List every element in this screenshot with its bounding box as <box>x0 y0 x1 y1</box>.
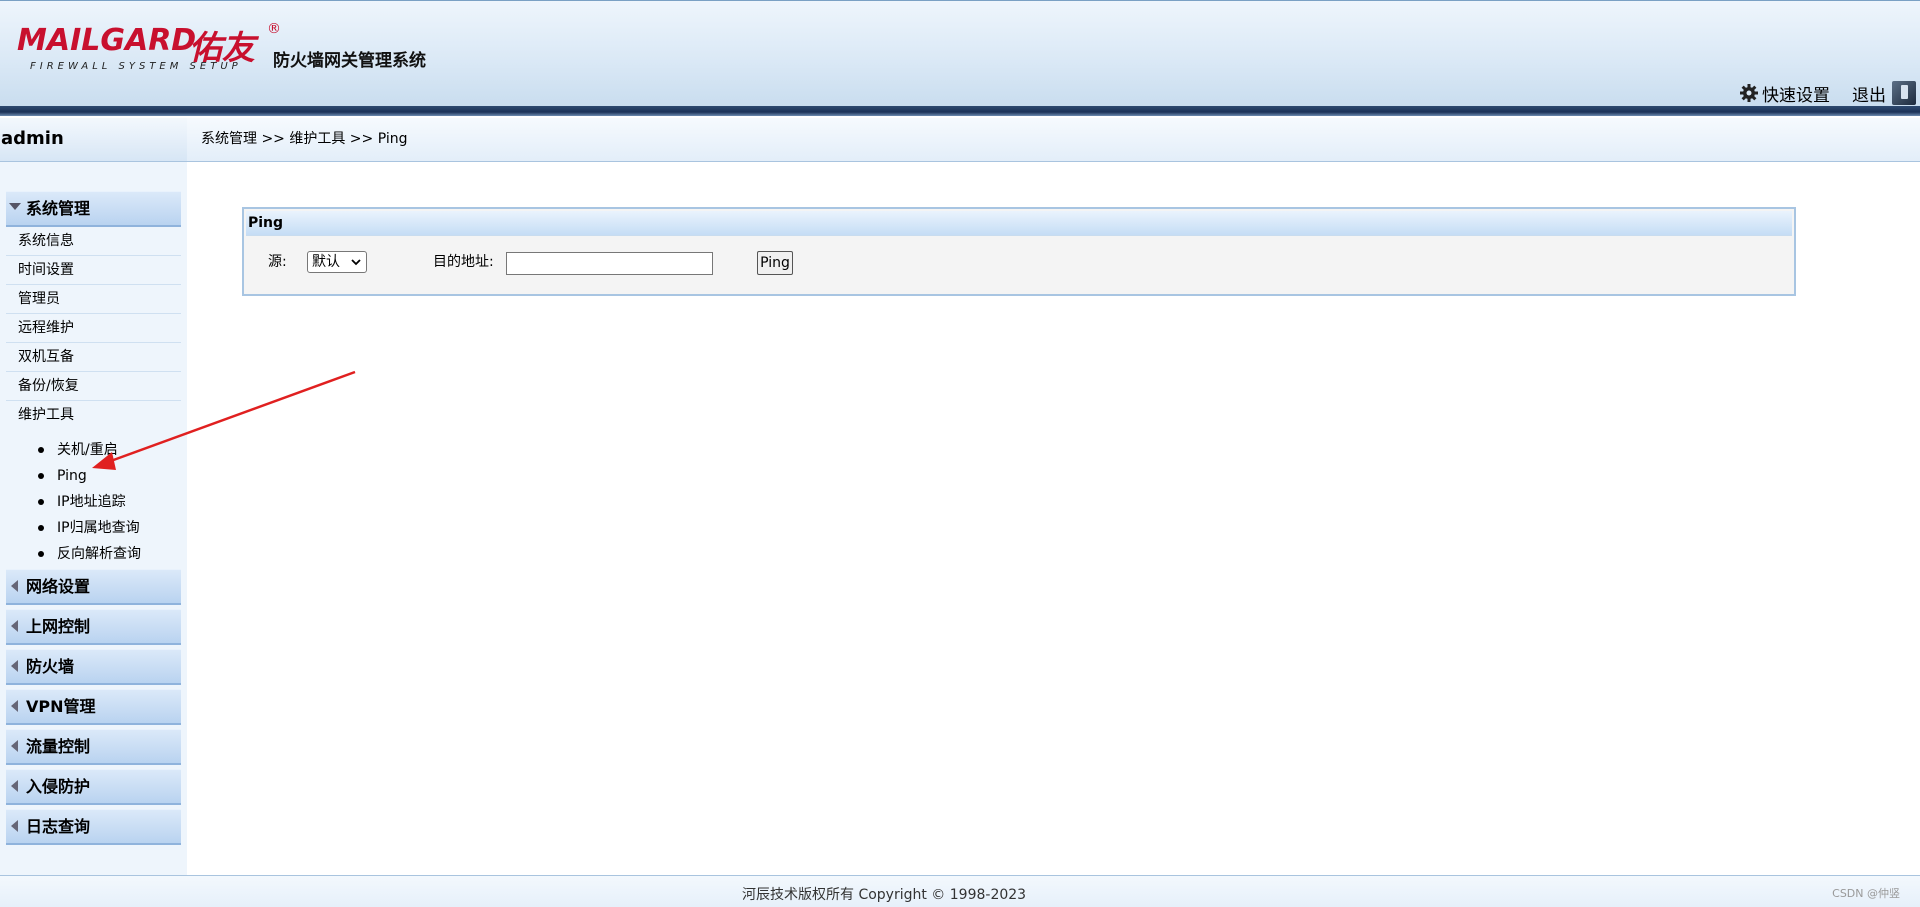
sidebar-group-label: 网络设置 <box>26 577 91 596</box>
sidebar-item-time-settings[interactable]: 时间设置 <box>6 256 181 285</box>
sidebar-item-remote-maintenance[interactable]: 远程维护 <box>6 314 181 343</box>
sidebar: 系统管理 系统信息 时间设置 管理员 远程维护 双机互备 备份/恢复 维护工具 … <box>0 162 187 875</box>
chevron-left-icon <box>11 620 18 632</box>
sidebar-group-label: 防火墙 <box>26 657 75 676</box>
exit-icon <box>1892 81 1916 105</box>
bullet-icon <box>38 551 44 557</box>
sidebar-group-network[interactable]: 网络设置 <box>6 569 181 605</box>
main-content: Ping 源: 默认 目的地址: Ping <box>187 162 1920 875</box>
bullet-icon <box>38 499 44 505</box>
chevron-down-icon <box>9 203 21 210</box>
sidebar-group-label: 系统管理 <box>26 199 91 218</box>
logout-button[interactable]: 退出 <box>1852 81 1920 106</box>
leaf-label: 反向解析查询 <box>57 546 141 562</box>
chevron-left-icon <box>11 660 18 672</box>
system-title: 防火墙网关管理系统 <box>273 51 426 71</box>
source-select[interactable]: 默认 <box>307 251 367 273</box>
quick-setup-label: 快速设置 <box>1762 85 1830 106</box>
logo-subtitle: FIREWALL SYSTEM SETUP <box>30 61 242 72</box>
leaf-label: IP地址追踪 <box>57 494 126 510</box>
breadcrumb: 系统管理 >> 维护工具 >> Ping <box>187 118 1920 162</box>
source-label: 源: <box>268 254 287 270</box>
leaf-label: Ping <box>57 468 87 484</box>
leaf-label: IP归属地查询 <box>57 520 140 536</box>
bullet-icon <box>38 447 44 453</box>
panel-title: Ping <box>246 211 1792 236</box>
sidebar-group-log-query[interactable]: 日志查询 <box>6 809 181 845</box>
sidebar-group-label: 流量控制 <box>26 737 91 756</box>
sidebar-group-label: 上网控制 <box>26 617 91 636</box>
target-address-input[interactable] <box>506 252 713 275</box>
chevron-left-icon <box>11 740 18 752</box>
chevron-down-icon <box>351 259 361 266</box>
sidebar-group-firewall[interactable]: 防火墙 <box>6 649 181 685</box>
chevron-left-icon <box>11 820 18 832</box>
sidebar-group-internet-control[interactable]: 上网控制 <box>6 609 181 645</box>
bullet-icon <box>38 525 44 531</box>
logo-wordmark: MAILGARD <box>17 23 197 58</box>
sidebar-group-traffic-control[interactable]: 流量控制 <box>6 729 181 765</box>
logo-registered-mark: ® <box>267 21 281 37</box>
source-select-value: 默认 <box>312 254 340 270</box>
gear-icon <box>1740 84 1758 102</box>
chevron-left-icon <box>11 580 18 592</box>
sidebar-group-vpn[interactable]: VPN管理 <box>6 689 181 725</box>
ping-panel: Ping 源: 默认 目的地址: Ping <box>242 207 1796 296</box>
chevron-left-icon <box>11 780 18 792</box>
sidebar-group-system[interactable]: 系统管理 <box>6 191 181 227</box>
top-header: MAILGARD 佑友 ® FIREWALL SYSTEM SETUP 防火墙网… <box>0 0 1920 106</box>
sidebar-group-intrusion-prevention[interactable]: 入侵防护 <box>6 769 181 805</box>
copyright-text: 河辰技术版权所有 Copyright © 1998-2023 <box>742 887 1027 903</box>
current-user: admin <box>0 118 187 162</box>
sidebar-item-administrator[interactable]: 管理员 <box>6 285 181 314</box>
sidebar-item-ha-backup[interactable]: 双机互备 <box>6 343 181 372</box>
sidebar-group-label: VPN管理 <box>26 697 96 716</box>
leaf-label: 关机/重启 <box>57 442 118 458</box>
quick-setup-button[interactable]: 快速设置 <box>1739 81 1830 106</box>
header-actions: 快速设置 退出 <box>1739 79 1920 107</box>
ping-button[interactable]: Ping <box>757 251 793 275</box>
logout-label: 退出 <box>1852 85 1886 106</box>
watermark-text: CSDN @仲竖 <box>1832 887 1900 900</box>
sidebar-item-backup-restore[interactable]: 备份/恢复 <box>6 372 181 401</box>
bullet-icon <box>38 473 44 479</box>
sidebar-item-system-info[interactable]: 系统信息 <box>6 227 181 256</box>
target-address-label: 目的地址: <box>433 254 494 270</box>
mailgard-logo: MAILGARD 佑友 ® FIREWALL SYSTEM SETUP <box>17 21 281 78</box>
footer: 河辰技术版权所有 Copyright © 1998-2023 CSDN @仲竖 <box>0 875 1920 907</box>
header-divider-band <box>0 106 1920 116</box>
sidebar-group-label: 日志查询 <box>26 817 91 836</box>
chevron-left-icon <box>11 700 18 712</box>
sidebar-item-maintenance-tools[interactable]: 维护工具 <box>6 401 181 430</box>
sidebar-group-label: 入侵防护 <box>26 777 91 796</box>
